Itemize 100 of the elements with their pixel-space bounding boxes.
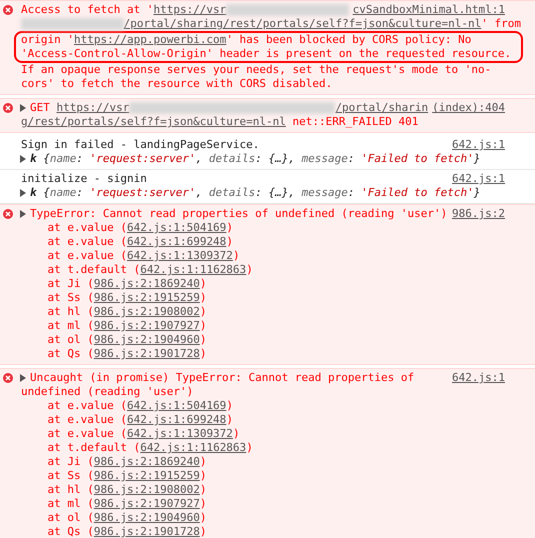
url-link[interactable]: 986.js:2:1915259 [94, 291, 200, 305]
message-text: at e.value ( [46, 413, 127, 427]
message-text: at t.default ( [46, 263, 140, 277]
punctuation: , [196, 152, 204, 166]
url-link[interactable]: 642.js:1:1162863 [140, 263, 246, 277]
url-link[interactable]: 986.js:2:1904960 [94, 511, 200, 525]
property-key: name [50, 152, 76, 166]
url-link[interactable]: 986.js:2:1915259 [94, 469, 200, 483]
url-link[interactable]: 986.js:2:1908002 [94, 483, 200, 497]
message-text: at Ss ( [46, 469, 94, 483]
message-text: at e.value ( [46, 399, 127, 413]
punctuation: : {…}, [255, 186, 296, 200]
message-text: cors' to fetch the resource with CORS disabled. [21, 77, 332, 91]
url-link[interactable]: /portal/sharin [335, 101, 428, 115]
error-icon [3, 373, 13, 383]
url-link[interactable]: /portal/sharing/rest/portals/self?f=json&culture=nl-nl [124, 17, 482, 31]
punctuation: : [348, 152, 356, 166]
message-text: at Ss ( [46, 291, 94, 305]
url-link[interactable]: 986.js:2:1907927 [94, 319, 200, 333]
message-text: ) [226, 221, 233, 235]
message-text: ) [200, 319, 206, 333]
punctuation: { [42, 186, 50, 200]
message-text: at e.value ( [46, 221, 127, 235]
message-text: ' from [481, 17, 521, 31]
message-text: at t.default ( [46, 441, 140, 455]
message-text: ) [200, 525, 206, 538]
message-text: ) [246, 441, 253, 455]
message-text: ) [232, 427, 240, 441]
punctuation: : {…}, [255, 152, 296, 166]
string-value: 'Failed to fetch' [361, 186, 474, 200]
class-name: k [30, 152, 37, 166]
message-text: at ml ( [46, 497, 94, 511]
property-key: name [50, 186, 76, 200]
class-name: k [30, 186, 37, 200]
message-text: at hl ( [46, 305, 94, 319]
message-text: origin ' [21, 33, 74, 47]
punctuation: } [474, 152, 480, 166]
url-link[interactable]: https://app.powerbi.com [74, 33, 226, 47]
message-text: ) [226, 235, 233, 249]
message-text: at ml ( [46, 319, 94, 333]
message-text: GET [30, 101, 51, 115]
source-link[interactable]: 986.js:2 [448, 207, 505, 221]
message-text: ) [200, 455, 206, 469]
message-text: ) [200, 483, 206, 497]
url-link[interactable]: 642.js:1:1162863 [140, 441, 246, 455]
message-text: ) [200, 511, 206, 525]
message-text: TypeError: Cannot read properties of undefined (reading 'user') [30, 207, 448, 221]
message-text: at Qs ( [46, 525, 94, 538]
url-link[interactable]: 642.js:1:504169 [126, 221, 226, 235]
url-link[interactable]: 642.js:1:699248 [126, 413, 226, 427]
punctuation: : [76, 152, 84, 166]
property-key: message [302, 152, 348, 166]
source-link[interactable]: (index):404 [428, 101, 505, 115]
expand-arrow-icon[interactable] [20, 374, 26, 382]
message-text: net::ERR_FAILED 401 [292, 115, 418, 129]
error-icon [3, 209, 13, 219]
message-text: initialize - signin [21, 172, 147, 186]
message-text: ) [246, 263, 253, 277]
message-text: ) [200, 291, 206, 305]
url-link[interactable]: https://vsr [153, 3, 226, 17]
url-link[interactable]: 986.js:2:1901728 [94, 525, 200, 538]
expand-arrow-icon[interactable] [20, 155, 26, 163]
url-link[interactable]: 986.js:2:1907927 [94, 497, 200, 511]
source-link[interactable]: 642.js:1 [448, 138, 505, 152]
url-link[interactable]: 642.js:1:1309372 [126, 427, 233, 441]
message-text: Sign in failed - landingPageService. [21, 138, 260, 152]
message-text: at e.value ( [46, 249, 127, 263]
message-text: at e.value ( [46, 235, 127, 249]
url-link[interactable]: 986.js:2:1908002 [94, 305, 200, 319]
property-key: details [208, 152, 256, 166]
url-link[interactable]: 986.js:2:1869240 [94, 277, 200, 291]
url-link[interactable]: 986.js:2:1869240 [94, 455, 200, 469]
source-link[interactable]: cvSandboxMinimal.html:1 [348, 3, 505, 17]
url-link[interactable]: https://vsr [56, 101, 130, 115]
source-link[interactable]: 642.js:1 [448, 371, 505, 385]
message-text: ) [200, 347, 206, 361]
message-text: Uncaught (in promise) TypeError: Cannot read properties of [30, 371, 414, 385]
punctuation: : [76, 186, 84, 200]
message-text: Access to fetch at ' [21, 3, 154, 17]
url-link[interactable]: 642.js:1:1309372 [126, 249, 233, 263]
punctuation: : [348, 186, 356, 200]
message-text: ) [200, 305, 206, 319]
message-text: at ol ( [46, 333, 94, 347]
message-text: ) [200, 277, 206, 291]
message-text: ) [200, 497, 206, 511]
url-link[interactable]: 986.js:2:1904960 [94, 333, 200, 347]
expand-arrow-icon[interactable] [20, 104, 26, 112]
property-key: message [302, 186, 348, 200]
url-link[interactable]: 642.js:1:699248 [126, 235, 226, 249]
url-link[interactable]: 986.js:2:1901728 [94, 347, 200, 361]
property-key: details [208, 186, 256, 200]
message-text: ) [200, 469, 206, 483]
expand-arrow-icon[interactable] [20, 189, 26, 197]
source-link[interactable]: 642.js:1 [448, 172, 505, 186]
message-text: at Ji ( [46, 277, 94, 291]
message-text: at hl ( [46, 483, 94, 497]
url-link[interactable]: g/rest/portals/self?f=json&culture=nl-nl [21, 115, 286, 129]
expand-arrow-icon[interactable] [20, 210, 26, 218]
string-value: 'request:server' [90, 152, 196, 166]
url-link[interactable]: 642.js:1:504169 [126, 399, 226, 413]
